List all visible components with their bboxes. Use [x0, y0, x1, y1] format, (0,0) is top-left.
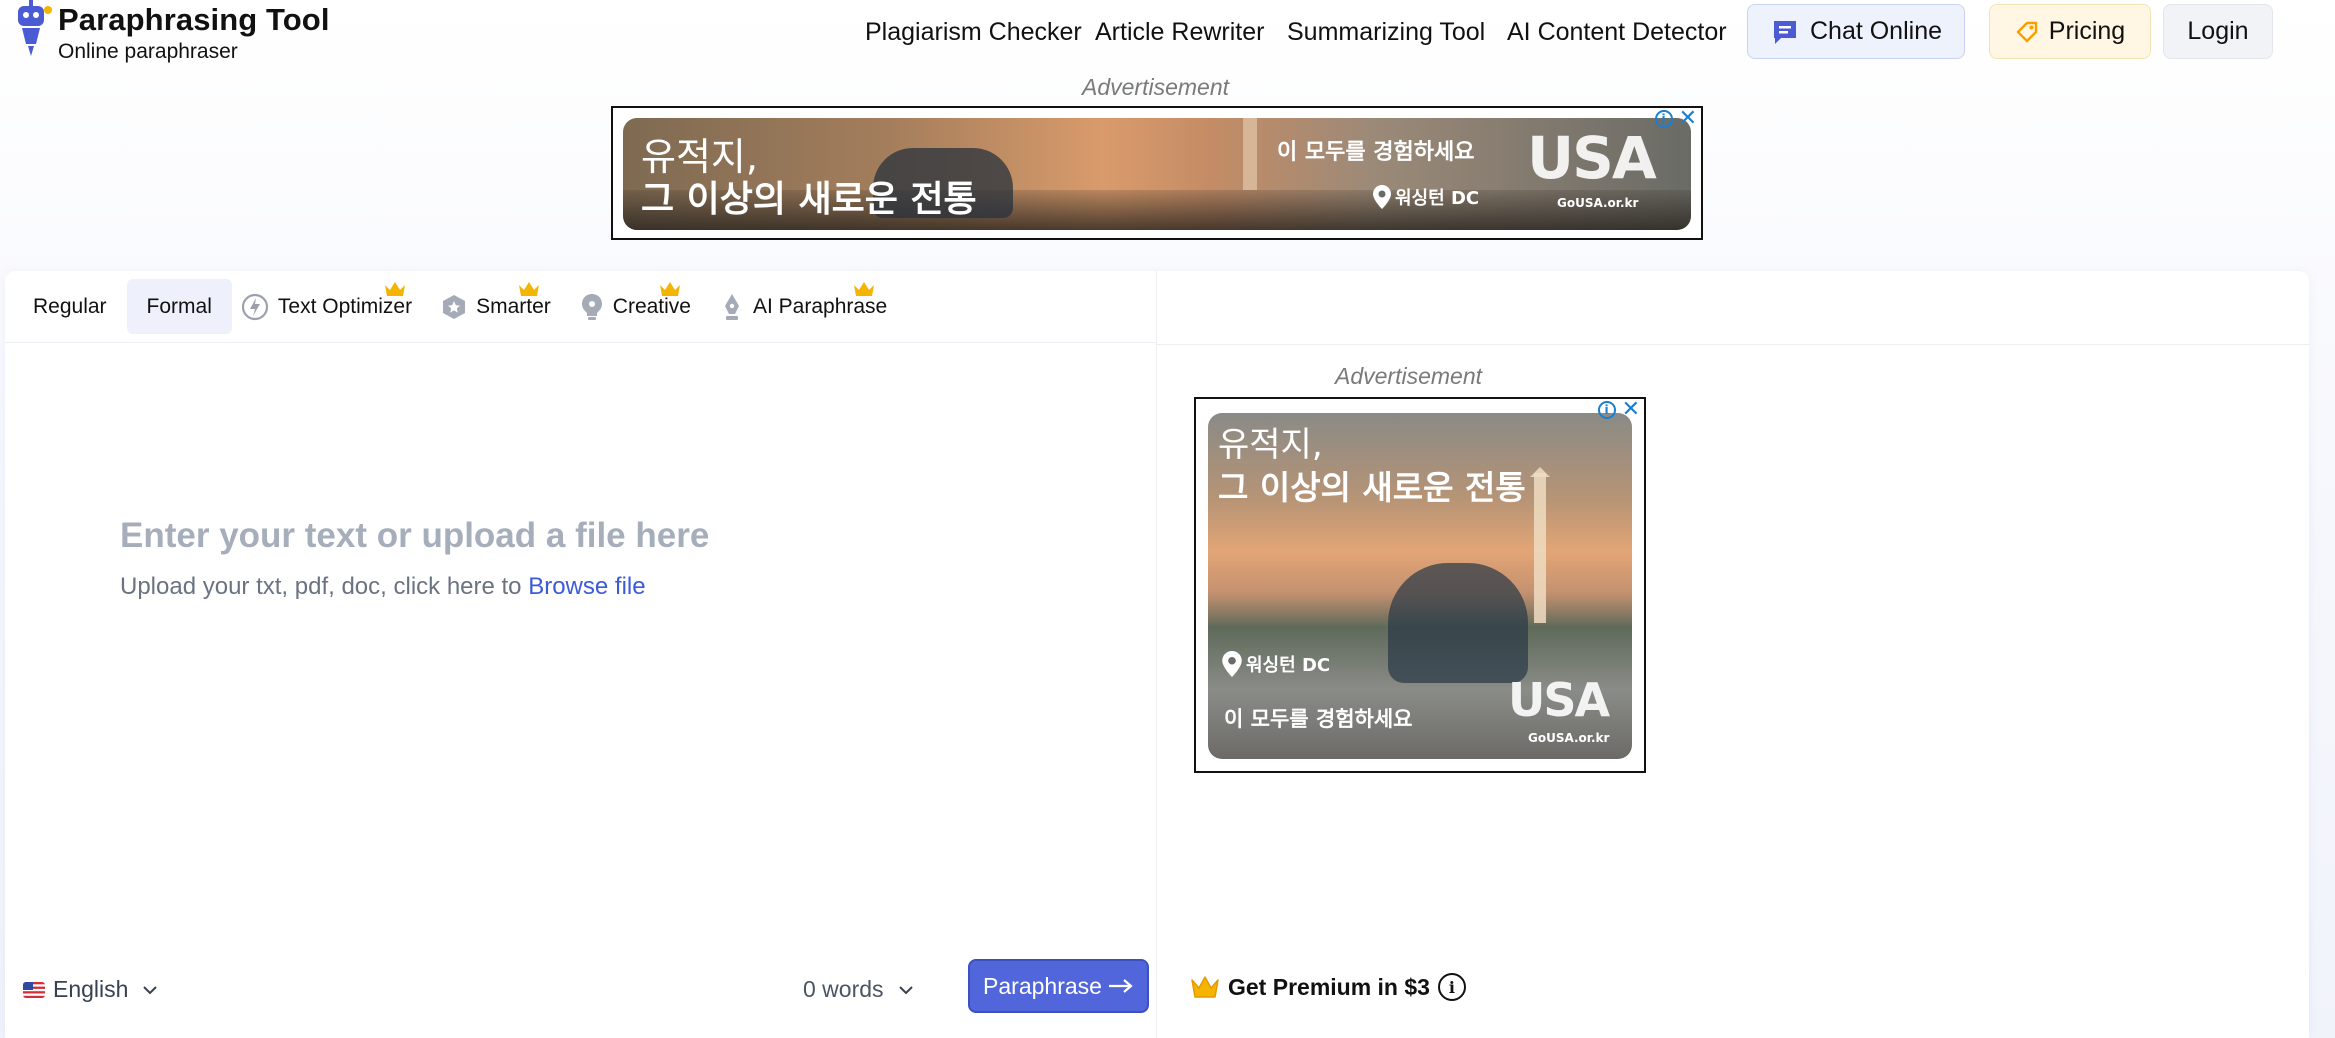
price-tag-icon — [2016, 21, 2037, 42]
ad-info-icon[interactable]: i — [1597, 401, 1616, 419]
output-header-divider — [1157, 344, 2309, 345]
mode-text-optimizer-label: Text Optimizer — [277, 294, 413, 318]
paraphrase-button[interactable]: Paraphrase — [968, 959, 1149, 1013]
hexagon-star-icon — [440, 293, 468, 321]
mode-smarter-label: Smarter — [476, 294, 551, 318]
get-premium-label: Get Premium in $3 — [1228, 973, 1430, 1000]
word-count-label: 0 words — [803, 976, 884, 1002]
nav-ai-content-detector[interactable]: AI Content Detector — [1507, 18, 1727, 47]
browse-file-link[interactable]: Browse file — [528, 573, 645, 600]
chat-online-button[interactable]: Chat Online — [1747, 4, 1965, 59]
pricing-button[interactable]: Pricing — [1989, 4, 2151, 59]
location-pin-icon — [1222, 651, 1242, 677]
premium-crown-icon — [853, 282, 874, 296]
side-ad-location-text: 워싱턴 DC — [1246, 655, 1331, 676]
premium-crown-icon — [384, 282, 405, 296]
top-advertisement[interactable]: 유적지, 그 이상의 새로운 전통 이 모두를 경험하세요 워싱턴 DC USA… — [611, 106, 1703, 240]
side-ad-tagline: 이 모두를 경험하세요 — [1224, 707, 1413, 731]
mode-creative[interactable]: Creative — [571, 279, 711, 334]
language-select[interactable]: English — [23, 976, 158, 1003]
brand-subtitle: Online paraphraser — [58, 40, 238, 63]
panel-divider — [1156, 271, 1157, 1038]
editor-placeholder: Enter your text or upload a file here — [120, 516, 710, 555]
us-flag-icon — [23, 981, 45, 998]
top-ad-label: Advertisement — [1082, 74, 1230, 100]
nav-plagiarism-checker[interactable]: Plagiarism Checker — [865, 18, 1082, 47]
brand[interactable]: Paraphrasing Tool Online paraphraser — [10, 0, 330, 64]
arrow-right-icon — [1108, 979, 1133, 993]
chevron-down-icon — [143, 985, 158, 994]
upload-hint: Upload your txt, pdf, doc, click here to… — [120, 573, 646, 601]
pen-nib-icon — [719, 292, 745, 322]
ad-info-icon[interactable]: i — [1654, 110, 1673, 128]
mode-regular[interactable]: Regular — [13, 279, 127, 334]
side-advertisement[interactable]: 유적지, 그 이상의 새로운 전통 워싱턴 DC 이 모두를 경험하세요 USA… — [1194, 397, 1646, 773]
side-ad-controls[interactable]: i ✕ — [1597, 399, 1640, 421]
mode-formal[interactable]: Formal — [126, 279, 232, 334]
premium-crown-icon — [519, 282, 540, 296]
chat-online-label: Chat Online — [1809, 17, 1943, 45]
premium-crown-icon — [659, 282, 680, 296]
side-ad-label: Advertisement — [1335, 363, 1483, 389]
brand-title: Paraphrasing Tool — [58, 2, 330, 37]
top-ad-image: 유적지, 그 이상의 새로운 전통 이 모두를 경험하세요 워싱턴 DC USA… — [623, 118, 1691, 230]
word-count[interactable]: 0 words — [803, 976, 914, 1003]
top-ad-location-text: 워싱턴 DC — [1395, 188, 1480, 209]
paraphrase-label: Paraphrase — [983, 972, 1102, 999]
top-ad-line2: 그 이상의 새로운 전통 — [641, 179, 977, 220]
paraphraser-card: Regular Formal Text Optimizer Smarter Cr… — [5, 271, 2309, 1038]
top-header: Paraphrasing Tool Online paraphraser Pla… — [0, 0, 2335, 64]
nav-article-rewriter[interactable]: Article Rewriter — [1095, 18, 1264, 47]
lightning-icon — [240, 292, 270, 322]
login-button[interactable]: Login — [2163, 4, 2273, 59]
side-ad-line2: 그 이상의 새로운 전통 — [1218, 468, 1526, 507]
side-ad-location: 워싱턴 DC — [1222, 651, 1330, 677]
mode-ai-paraphrase[interactable]: AI Paraphrase — [711, 279, 907, 334]
side-ad-site: GoUSA.or.kr — [1528, 731, 1610, 745]
language-label: English — [53, 976, 129, 1002]
side-ad-line1: 유적지, — [1218, 425, 1323, 465]
location-pin-icon — [1373, 185, 1391, 209]
mode-ai-paraphrase-label: AI Paraphrase — [752, 294, 888, 318]
mode-smarter[interactable]: Smarter — [432, 279, 571, 334]
mode-creative-label: Creative — [612, 294, 691, 318]
ad-close-icon[interactable]: ✕ — [1622, 399, 1640, 421]
mode-text-optimizer[interactable]: Text Optimizer — [232, 279, 432, 334]
top-ad-location: 워싱턴 DC — [1373, 184, 1479, 210]
lightbulb-icon — [579, 292, 605, 322]
chevron-down-icon — [898, 985, 913, 994]
text-input-area[interactable]: Enter your text or upload a file here Up… — [5, 343, 1156, 953]
pricing-label: Pricing — [2048, 17, 2126, 45]
info-icon[interactable]: i — [1437, 973, 1466, 1001]
upload-hint-text: Upload your txt, pdf, doc, click here to — [120, 573, 522, 600]
mode-regular-label: Regular — [33, 294, 107, 318]
mode-tabs: Regular Formal Text Optimizer Smarter Cr… — [13, 279, 907, 334]
ad-close-icon[interactable]: ✕ — [1679, 108, 1697, 130]
get-premium[interactable]: Get Premium in $3 i — [1190, 973, 1466, 1001]
mode-formal-label: Formal — [146, 294, 212, 318]
side-ad-image: 유적지, 그 이상의 새로운 전통 워싱턴 DC 이 모두를 경험하세요 USA… — [1208, 413, 1632, 759]
top-ad-site: GoUSA.or.kr — [1557, 196, 1639, 210]
nav-summarizing-tool[interactable]: Summarizing Tool — [1287, 18, 1485, 47]
side-ad-usa-logo: USA — [1508, 673, 1610, 727]
top-ad-controls[interactable]: i ✕ — [1654, 108, 1697, 130]
crown-icon — [1191, 976, 1219, 998]
chat-bubble-icon — [1773, 20, 1796, 44]
robot-logo-icon — [18, 0, 52, 56]
top-ad-usa-logo: USA — [1527, 124, 1657, 192]
top-ad-tagline: 이 모두를 경험하세요 — [1277, 140, 1475, 165]
